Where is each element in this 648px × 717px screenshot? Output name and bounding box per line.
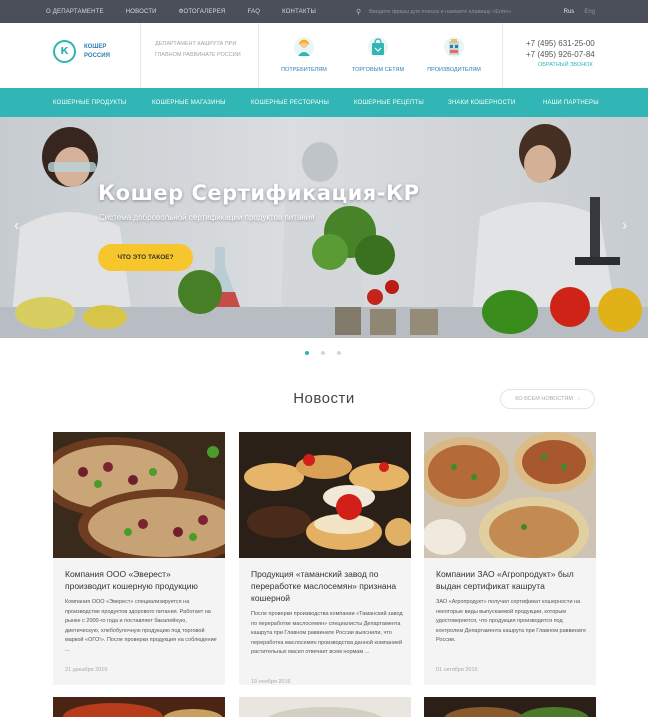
news-card-text: ЗАО «Агропродукт» получил сертификат кош… bbox=[436, 599, 587, 643]
news-card-date: 19 ноября 2016 bbox=[251, 679, 291, 685]
news-card-image-partial bbox=[239, 697, 411, 717]
news-card-title[interactable]: Продукция «таманский завод по переработк… bbox=[251, 568, 401, 604]
nav-partners[interactable]: НАШИ ПАРТНЕРЫ bbox=[543, 100, 599, 106]
news-card-title[interactable]: Компании ЗАО «Агропродукт» был выдан сер… bbox=[436, 568, 586, 592]
phone-2-link[interactable]: +7 (495) 926-07-84 bbox=[526, 49, 595, 60]
news-card-image-partial bbox=[53, 697, 225, 717]
chevron-right-icon: › bbox=[577, 396, 580, 402]
top-link-news[interactable]: НОВОСТИ bbox=[126, 9, 157, 15]
slider-dot[interactable] bbox=[337, 351, 341, 355]
top-bar: О ДЕПАРТАМЕНТЕ НОВОСТИ ФОТОГАЛЕРЕЯ FAQ К… bbox=[0, 0, 648, 23]
logo-line-1: КОШЕР bbox=[84, 43, 107, 50]
news-card-text: После проверки производства компании «Та… bbox=[251, 611, 403, 655]
category-producers[interactable]: ПРОИЗВОДИТЕЛЯМ bbox=[419, 36, 489, 73]
hero-subtitle: Система добровольной сертификации продук… bbox=[99, 213, 315, 222]
slider-dot[interactable] bbox=[321, 351, 325, 355]
top-search: ⚲ bbox=[356, 8, 545, 16]
category-retail-chains[interactable]: ТОРГОВЫМ СЕТЯМ bbox=[343, 36, 413, 73]
news-card-text: Компания ООО «Эверест» специализируется … bbox=[65, 599, 217, 653]
search-input[interactable] bbox=[369, 8, 545, 15]
factory-icon bbox=[444, 36, 464, 58]
hero-cta-button[interactable]: ЧТО ЭТО ТАКОЕ? bbox=[98, 244, 193, 271]
kosher-logo-icon: К bbox=[53, 40, 76, 63]
top-link-contacts[interactable]: КОНТАКТЫ bbox=[282, 9, 316, 15]
top-link-faq[interactable]: FAQ bbox=[247, 9, 260, 15]
slider-next-arrow-icon[interactable]: › bbox=[622, 217, 627, 235]
hero-background-image bbox=[0, 117, 648, 338]
nav-kosher-restaurants[interactable]: КОШЕРНЫЕ РЕСТОРАНЫ bbox=[251, 100, 329, 106]
news-card-image bbox=[424, 432, 596, 558]
lang-en-link[interactable]: Eng bbox=[584, 9, 595, 15]
nav-kosher-recipes[interactable]: КОШЕРНЫЕ РЕЦЕПТЫ bbox=[354, 100, 424, 106]
news-card[interactable]: Продукция «таманский завод по переработк… bbox=[239, 432, 411, 685]
news-card[interactable]: Компания ООО «Эверест» производит кошерн… bbox=[53, 432, 225, 685]
all-news-button[interactable]: КО ВСЕМ НОВОСТЯМ › bbox=[500, 389, 595, 409]
language-switcher: Rus Eng bbox=[564, 0, 595, 23]
header-divider bbox=[502, 23, 503, 88]
category-label: ТОРГОВЫМ СЕТЯМ bbox=[351, 67, 405, 73]
nav-kosher-signs[interactable]: ЗНАКИ КОШЕРНОСТИ bbox=[448, 100, 515, 106]
header-contacts: +7 (495) 631-25-00 +7 (495) 926-07-84 ОБ… bbox=[526, 38, 595, 68]
header-divider bbox=[258, 23, 259, 88]
category-label: ПРОИЗВОДИТЕЛЯМ bbox=[427, 67, 481, 73]
top-link-gallery[interactable]: ФОТОГАЛЕРЕЯ bbox=[179, 9, 226, 15]
news-card-image bbox=[53, 432, 225, 558]
header-divider bbox=[140, 23, 141, 88]
search-icon[interactable]: ⚲ bbox=[356, 8, 361, 16]
logo-text: КОШЕР РОССИЯ bbox=[84, 43, 110, 61]
nav-kosher-stores[interactable]: КОШЕРНЫЕ МАГАЗИНЫ bbox=[152, 100, 226, 106]
site-logo[interactable]: К КОШЕР РОССИЯ bbox=[53, 40, 110, 63]
hero-title: Кошер Сертификация-КР bbox=[98, 181, 420, 205]
news-card-image-partial bbox=[424, 697, 596, 717]
news-card-date: 21 декабря 2016 bbox=[65, 667, 108, 673]
all-news-label: КО ВСЕМ НОВОСТЯМ bbox=[515, 396, 573, 402]
nav-kosher-products[interactable]: КОШЕРНЫЕ ПРОДУКТЫ bbox=[53, 100, 126, 106]
site-header: К КОШЕР РОССИЯ ДЕПАРТАМЕНТ КАШРУТА ПРИ Г… bbox=[0, 23, 648, 88]
department-description: ДЕПАРТАМЕНТ КАШРУТА ПРИ ГЛАВНОМ РАВВИНАТ… bbox=[155, 41, 241, 58]
top-nav: О ДЕПАРТАМЕНТЕ НОВОСТИ ФОТОГАЛЕРЕЯ FAQ К… bbox=[0, 9, 338, 15]
slider-prev-arrow-icon[interactable]: ‹ bbox=[14, 217, 19, 235]
top-link-department[interactable]: О ДЕПАРТАМЕНТЕ bbox=[46, 9, 104, 15]
logo-line-2: РОССИЯ bbox=[84, 52, 110, 59]
news-card-date: 01 октября 2016 bbox=[436, 667, 478, 673]
slider-dots bbox=[305, 351, 353, 355]
news-card-title[interactable]: Компания ООО «Эверест» производит кошерн… bbox=[65, 568, 215, 592]
consumer-person-icon bbox=[294, 36, 314, 58]
news-card[interactable]: Компании ЗАО «Агропродукт» был выдан сер… bbox=[424, 432, 596, 685]
callback-link[interactable]: ОБРАТНЫЙ ЗВОНОК bbox=[538, 62, 595, 68]
main-nav: КОШЕРНЫЕ ПРОДУКТЫ КОШЕРНЫЕ МАГАЗИНЫ КОШЕ… bbox=[0, 88, 648, 117]
news-card-image bbox=[239, 432, 411, 558]
shopping-bag-icon bbox=[368, 36, 388, 58]
slider-dot[interactable] bbox=[305, 351, 309, 355]
category-consumers[interactable]: ПОТРЕБИТЕЛЯМ bbox=[269, 36, 339, 73]
lang-ru-link[interactable]: Rus bbox=[564, 9, 575, 15]
phone-1-link[interactable]: +7 (495) 631-25-00 bbox=[526, 38, 595, 49]
hero-slider: Кошер Сертификация-КР Система добровольн… bbox=[0, 117, 648, 338]
category-label: ПОТРЕБИТЕЛЯМ bbox=[281, 67, 327, 73]
